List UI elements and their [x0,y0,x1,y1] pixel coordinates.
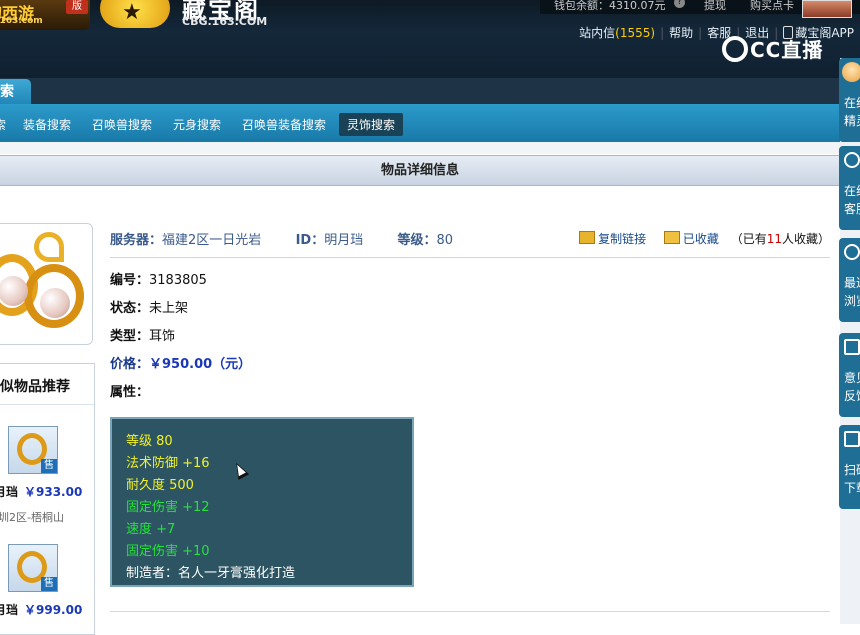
favorite-count: （已有11人收藏） [730,232,830,246]
sale-badge: 售 [41,577,57,591]
subtab-equipment[interactable]: 装备搜索 [23,116,71,133]
similar-item-name[interactable]: 明月珰 [0,483,18,500]
buy-points-link[interactable]: 购买点卡 [750,0,794,13]
sidebar-item-recent[interactable]: 最近 浏览 [839,238,860,322]
wallet-balance: 钱包余额：4310.07元 [554,0,666,12]
subtab-pet-equipment[interactable]: 召唤兽装备搜索 [242,116,326,133]
sidebar-item-online-service[interactable]: 在线 客服 [839,146,860,230]
subtab-ornament[interactable]: 灵饰搜索 [339,113,404,136]
subtab-body[interactable]: 元身搜索 [173,116,221,133]
copy-link-button[interactable]: 复制链接 [579,231,646,246]
attribute-line: 制造者：名人一牙膏强化打造 [126,566,296,581]
subtab-pet[interactable]: 召唤兽搜索 [92,116,152,133]
sale-badge: 售 [41,459,57,473]
star-folder-icon [663,231,680,244]
attribute-line: 固定伤害 +12 [126,500,210,515]
item-image [0,223,93,345]
site-header: 梦幻西游 xyq.163.com 版 ★ 藏宝阁 CBG.163.COM 钱包余… [0,0,860,78]
sidebar-item-download[interactable]: 扫码 下载 [839,425,860,509]
cc-logo-icon [722,36,748,62]
attribute-line: 等级 80 [126,434,173,449]
tab-search[interactable]: 索 [0,79,31,105]
cbg-logo-icon[interactable]: ★ [100,0,170,28]
avatar[interactable] [802,0,852,18]
main-nav [0,78,840,104]
similar-title: 相似物品推荐 [0,379,70,395]
sub-nav: 索 装备搜索 召唤兽搜索 元身搜索 召唤兽装备搜索 灵饰搜索 [0,104,840,142]
price-field: 价格：￥950.00（元） [110,357,252,372]
sidebar-item-feedback[interactable]: 意见 反馈 [839,333,860,417]
number-field: 编号：3183805 [110,273,207,288]
chat-icon [844,152,860,168]
similar-item-server: 深圳2区-梧桐山 [0,511,64,524]
item-level: 80 [436,233,454,248]
similar-item-icon[interactable]: 售 [8,544,58,592]
status-field: 状态：未上架 [110,301,189,316]
item-header-info: 服务器：福建2区一日光岩 ID：明月珰 等级：80 [110,233,454,248]
similar-items-panel: 相似物品推荐 售 明月珰 ￥933.00 深圳2区-梧桐山 售 明月珰 ￥999… [0,363,95,635]
similar-item-price: ￥999.00 [24,603,83,617]
attribute-line: 固定伤害 +10 [126,544,210,559]
watermark: CC直播 [722,34,823,63]
item-actions: 复制链接 已收藏 （已有11人收藏） [579,230,830,247]
attributes-label: 属性： [110,385,150,400]
favorite-button[interactable]: 已收藏 [663,231,719,246]
withdraw-link[interactable]: 提现 [704,0,726,13]
item-id: 明月珰 [324,233,364,248]
attribute-line: 耐久度 500 [126,478,194,493]
attribute-line: 法术防御 +16 [126,456,210,471]
site-url: CBG.163.COM [182,15,268,28]
messages-link[interactable]: 站内信(1555) [579,26,655,40]
version-badge: 版 [66,0,88,14]
smiley-icon [842,62,860,82]
message-count: (1555) [615,26,656,40]
clock-icon [844,244,860,260]
game-site: xyq.163.com [0,16,43,26]
sidebar-item-online-sprite[interactable]: 在线 精灵 [839,58,860,142]
server-value: 福建2区一日光岩 [162,233,262,248]
edit-icon [844,339,860,355]
attributes-box: 等级 80 法术防御 +16 耐久度 500 固定伤害 +12 速度 +7 固定… [110,417,414,587]
similar-item-icon[interactable]: 售 [8,426,58,474]
similar-item-name[interactable]: 明月珰 [0,601,18,618]
type-field: 类型：耳饰 [110,329,176,344]
folder-icon [579,231,596,244]
section-title: 物品详细信息 [0,155,840,186]
help-link[interactable]: 帮助 [669,26,693,40]
help-icon[interactable]: ? [674,0,685,8]
qr-icon [844,431,860,447]
attribute-line: 速度 +7 [126,522,176,537]
game-logo[interactable]: 梦幻西游 xyq.163.com 版 [0,0,90,30]
similar-item-price: ￥933.00 [24,485,83,499]
